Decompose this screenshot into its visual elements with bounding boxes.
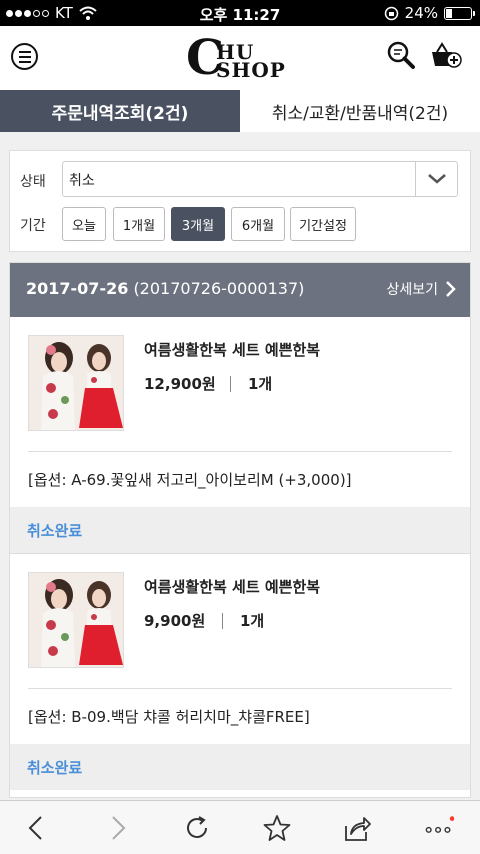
- cart-icon[interactable]: [430, 42, 462, 70]
- menu-icon: [18, 50, 31, 53]
- filter-panel: 상태 취소 기간 오늘 1개월 3개월 6개월 기간설정: [9, 150, 471, 252]
- order-detail-label: 상세보기: [386, 282, 438, 298]
- search-icon[interactable]: [386, 40, 416, 70]
- divider: [222, 613, 223, 629]
- period-label: 기간: [20, 218, 46, 234]
- battery-percent: 24%: [404, 4, 438, 22]
- status-badge: 취소완료: [27, 522, 83, 540]
- chevron-left-icon: [28, 816, 42, 840]
- more-button[interactable]: [424, 813, 454, 843]
- order-header: 2017-07-26 (20170726-0000137) 상세보기: [10, 263, 470, 317]
- status-label: 상태: [20, 174, 46, 190]
- tab-cancel-exchange-return[interactable]: 취소/교환/반품내역(2건): [240, 90, 480, 132]
- order-date: 2017-07-26: [26, 279, 129, 298]
- divider: [28, 688, 452, 689]
- order-card: 2017-07-26 (20170726-0000137) 상세보기 여름생활한…: [9, 262, 471, 798]
- status-select-value: 취소: [69, 173, 95, 189]
- rotation-lock-icon: [384, 6, 398, 20]
- browser-toolbar: [0, 800, 480, 854]
- product-quantity: 1개: [240, 612, 265, 630]
- item-status-bar: 취소완료: [10, 744, 470, 790]
- order-tabs: 주문내역조회(2건) 취소/교환/반품내역(2건): [0, 90, 480, 132]
- back-button[interactable]: [20, 813, 50, 843]
- product-name[interactable]: 여름생활한복 세트 예쁜한복: [144, 576, 320, 597]
- divider: [230, 376, 231, 392]
- notification-dot: [449, 816, 454, 821]
- period-6month-button[interactable]: 6개월: [231, 207, 285, 241]
- more-icon: [425, 816, 454, 833]
- product-price: 9,900원: [144, 612, 206, 630]
- app-header: C HU SHOP: [0, 26, 480, 90]
- period-today-button[interactable]: 오늘: [62, 207, 106, 241]
- order-number: (20170726-0000137): [133, 279, 305, 298]
- menu-button[interactable]: [11, 43, 38, 70]
- bookmark-button[interactable]: [262, 813, 292, 843]
- status-badge: 취소완료: [27, 759, 83, 777]
- order-detail-link[interactable]: 상세보기: [386, 279, 456, 299]
- order-date-number: 2017-07-26 (20170726-0000137): [26, 279, 304, 298]
- order-item: 여름생활한복 세트 예쁜한복 9,900원 1개 [옵션: B-09.백담 챠콜…: [10, 554, 470, 790]
- logo-bottom: SHOP: [216, 58, 286, 82]
- order-item: 여름생활한복 세트 예쁜한복 12,900원 1개 [옵션: A-69.꽃잎새 …: [10, 317, 470, 553]
- chevron-right-icon: [446, 281, 456, 297]
- chushop-logo[interactable]: C HU SHOP: [186, 30, 296, 86]
- status-right: 24%: [384, 4, 475, 22]
- product-thumbnail[interactable]: [28, 572, 124, 668]
- reload-button[interactable]: [182, 813, 212, 843]
- product-option: [옵션: A-69.꽃잎새 저고리_아이보리M (+3,000)]: [28, 471, 352, 489]
- product-price: 12,900원: [144, 375, 216, 393]
- reload-icon: [187, 816, 207, 838]
- product-quantity: 1개: [248, 375, 273, 393]
- product-option: [옵션: B-09.백담 챠콜 허리치마_챠콜FREE]: [28, 708, 310, 726]
- share-icon: [345, 817, 371, 841]
- forward-button[interactable]: [104, 813, 134, 843]
- product-name[interactable]: 여름생활한복 세트 예쁜한복: [144, 339, 320, 360]
- chevron-down-icon[interactable]: [415, 162, 457, 196]
- period-custom-button[interactable]: 기간설정: [290, 207, 356, 241]
- chevron-right-icon: [112, 816, 126, 840]
- status-select[interactable]: 취소: [62, 161, 458, 197]
- item-status-bar: 취소완료: [10, 507, 470, 553]
- product-thumbnail[interactable]: [28, 335, 124, 431]
- tab-order-history[interactable]: 주문내역조회(2건): [0, 90, 240, 132]
- star-icon: [263, 815, 291, 841]
- period-3month-button[interactable]: 3개월: [171, 207, 225, 241]
- share-button[interactable]: [342, 813, 372, 843]
- period-1month-button[interactable]: 1개월: [113, 207, 165, 241]
- status-bar: KT 오후 11:27 24%: [0, 0, 480, 26]
- divider: [28, 451, 452, 452]
- battery-icon: [444, 6, 475, 20]
